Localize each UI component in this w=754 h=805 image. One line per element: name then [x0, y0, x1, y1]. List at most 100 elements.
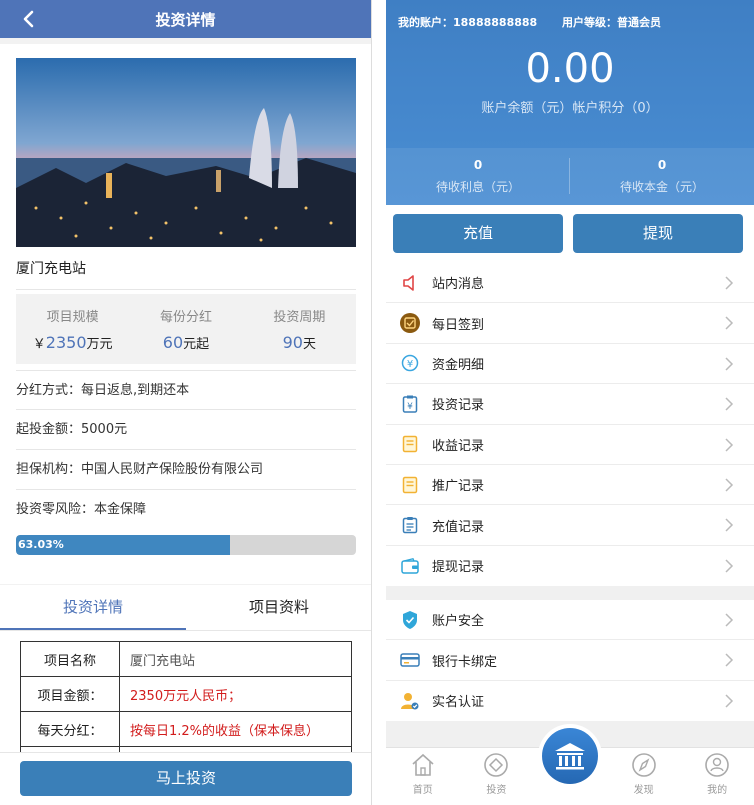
table-row: 项目金额： 2350万元人民币； — [20, 676, 352, 712]
account-number: 我的账户：18888888888 — [398, 16, 538, 29]
progress-bar: 63.03% — [16, 535, 356, 555]
tab-project-info[interactable]: 项目资料 — [186, 585, 371, 630]
menu-label: 银行卡绑定 — [432, 654, 498, 670]
user-icon — [705, 753, 729, 777]
menu-item-funds[interactable]: ¥ 资金明细 — [386, 344, 754, 385]
nav-discover[interactable]: 发现 — [607, 748, 681, 805]
stat-dividend: 每份分红 60元起 — [129, 294, 242, 364]
speaker-icon — [400, 273, 420, 293]
wallet-icon — [400, 556, 420, 576]
menu-label: 实名认证 — [432, 695, 485, 711]
card-icon — [400, 650, 420, 670]
table-value: 2350万元人民币； — [119, 676, 352, 712]
menu-label: 推广记录 — [432, 479, 485, 495]
action-buttons: 充值 提现 — [386, 205, 754, 263]
menu-item-earnings[interactable]: 收益记录 — [386, 425, 754, 465]
info-guarantor: 担保机构：中国人民财产保险股份有限公司 — [16, 450, 356, 490]
menu-item-invest-records[interactable]: ¥ 投资记录 — [386, 384, 754, 425]
project-stats: 项目规模 ￥2350万元 每份分红 60元起 投资周期 90天 — [16, 294, 356, 364]
pending-principal-label: 待收本金（元） — [619, 180, 704, 194]
withdraw-button[interactable]: 提现 — [573, 214, 743, 253]
stat-unit: 万元 — [86, 337, 113, 352]
chevron-right-icon — [725, 438, 734, 452]
menu-label: 提现记录 — [432, 560, 485, 576]
menu-label: 每日签到 — [432, 317, 485, 333]
nav-mine[interactable]: 我的 — [680, 748, 754, 805]
info-min-amount: 起投金额：5000元 — [16, 410, 356, 450]
table-value: 厦门充电站 — [119, 641, 352, 677]
stat-label: 投资周期 — [273, 310, 326, 325]
chevron-right-icon — [725, 559, 734, 573]
stat-value: ￥2350万元 — [16, 333, 129, 352]
account-header: 我的账户：18888888888 用户等级：普通会员 0.00 账户余额（元）帐… — [386, 0, 754, 205]
pending-principal-value: 0 — [657, 158, 667, 172]
note-icon — [400, 475, 420, 495]
menu-item-bank-card[interactable]: 银行卡绑定 — [386, 640, 754, 681]
table-row: 每天分红： 按每日1.2%的收益（保本保息） — [20, 711, 352, 747]
investment-detail-panel: 投资详情 厦门充电站 项目规模 ￥2350万元 每份分红 60元起 投资周期 9… — [0, 0, 372, 805]
menu-item-messages[interactable]: 站内消息 — [386, 263, 754, 304]
stat-number: 2350 — [45, 333, 87, 352]
clipboard-icon — [400, 515, 420, 535]
nav-home[interactable]: 首页 — [386, 748, 460, 805]
stat-value: 60元起 — [129, 333, 242, 352]
chevron-right-icon — [725, 357, 734, 371]
pending-interest-value: 0 — [473, 158, 483, 172]
chevron-right-icon — [725, 478, 734, 492]
stat-period: 投资周期 90天 — [243, 294, 356, 364]
menu-item-account-security[interactable]: 账户安全 — [386, 600, 754, 641]
chevron-right-icon — [725, 653, 734, 667]
nav-label: 我的 — [707, 785, 728, 796]
project-name: 厦门充电站 — [16, 261, 86, 277]
yen-doc-icon: ¥ — [400, 394, 420, 414]
recharge-button[interactable]: 充值 — [393, 214, 563, 253]
menu-item-withdraw-records[interactable]: 提现记录 — [386, 546, 754, 586]
nav-center-button[interactable] — [538, 724, 602, 788]
svg-text:¥: ¥ — [407, 359, 413, 370]
stat-prefix: ￥ — [32, 337, 46, 352]
bottom-action-bar: 马上投资 — [0, 752, 371, 805]
menu-item-recharge-records[interactable]: 充值记录 — [386, 505, 754, 546]
stat-scale: 项目规模 ￥2350万元 — [16, 294, 129, 364]
table-value: 按每日1.2%的收益（保本保息） — [119, 711, 352, 747]
shield-icon — [400, 610, 420, 630]
account-panel: 我的账户：18888888888 用户等级：普通会员 0.00 账户余额（元）帐… — [386, 0, 754, 805]
chevron-right-icon — [725, 316, 734, 330]
project-banner-image — [16, 58, 356, 247]
menu-label: 账户安全 — [432, 614, 485, 630]
menu-item-checkin[interactable]: 每日签到 — [386, 303, 754, 344]
menu-label: 资金明细 — [432, 357, 485, 373]
balance-amount: 0.00 — [525, 46, 615, 92]
pending-interest-label: 待收利息（元） — [435, 180, 520, 194]
stat-label: 每份分红 — [159, 310, 212, 325]
back-icon[interactable] — [18, 8, 40, 30]
menu-item-real-name[interactable]: 实名认证 — [386, 681, 754, 721]
table-key: 每天分红： — [20, 711, 120, 747]
tab-invest-detail[interactable]: 投资详情 — [0, 585, 186, 630]
page-title: 投资详情 — [155, 10, 216, 29]
stat-label: 项目规模 — [46, 310, 99, 325]
compass-icon — [631, 753, 656, 777]
menu-group-security: 账户安全 银行卡绑定 实名认证 — [386, 600, 754, 722]
progress-fill: 63.03% — [16, 535, 231, 555]
svg-text:¥: ¥ — [407, 402, 413, 412]
stat-number: 90 — [282, 333, 303, 352]
nav-invest[interactable]: 投资 — [460, 748, 534, 805]
stat-unit: 元起 — [183, 337, 210, 352]
invest-now-button[interactable]: 马上投资 — [20, 761, 352, 796]
table-key: 项目金额： — [20, 676, 120, 712]
menu-label: 站内消息 — [432, 277, 485, 293]
pending-interest: 0 待收利息（元） — [386, 148, 570, 205]
nav-label: 投资 — [486, 785, 507, 796]
tab-bar: 投资详情 项目资料 — [0, 585, 371, 631]
bank-button-bg — [542, 728, 598, 784]
chevron-right-icon — [725, 613, 734, 627]
menu-group-records: 站内消息 每日签到 ¥ 资金明细 ¥ 投资记录 收益记录 推广记录 充值记录 提… — [386, 263, 754, 587]
nav-label: 首页 — [412, 785, 433, 796]
menu-item-promotion[interactable]: 推广记录 — [386, 465, 754, 506]
balance-label: 账户余额（元）帐户积分（0） — [481, 101, 659, 116]
divider — [16, 289, 356, 290]
menu-label: 充值记录 — [432, 519, 485, 535]
header-bar: 投资详情 — [0, 0, 371, 38]
table-key: 项目名称 — [20, 641, 120, 677]
